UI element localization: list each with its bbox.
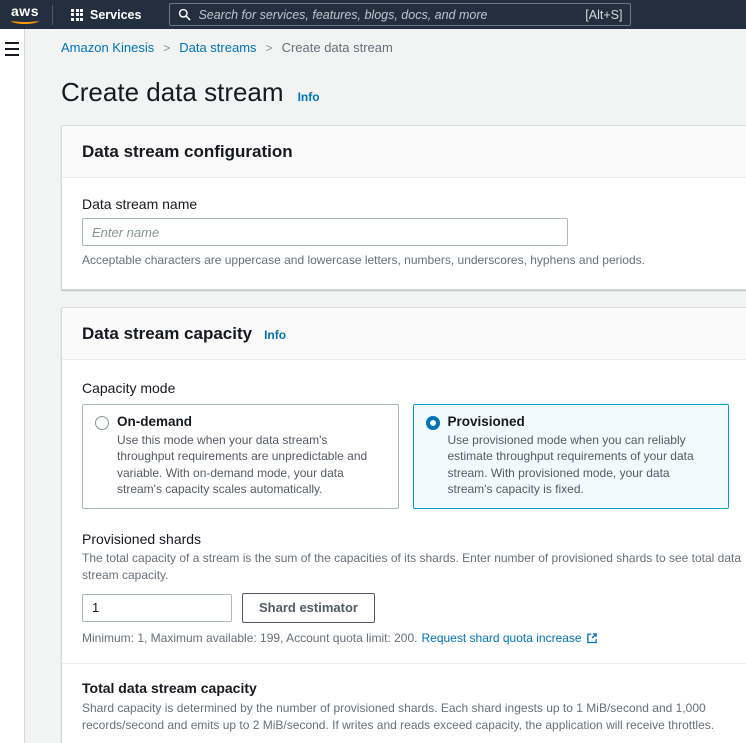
data-stream-name-input[interactable]	[82, 218, 568, 246]
breadcrumb: Amazon Kinesis > Data streams > Create d…	[25, 29, 746, 55]
request-quota-increase-label: Request shard quota increase	[421, 631, 581, 645]
total-capacity-description: Shard capacity is determined by the numb…	[82, 700, 729, 735]
services-menu-button[interactable]: Services	[65, 4, 147, 26]
card-title: Data stream capacity	[82, 324, 252, 344]
page-header: Create data stream Info	[25, 55, 746, 108]
request-quota-increase-link[interactable]: Request shard quota increase	[421, 631, 597, 645]
provisioned-mode-tile[interactable]: Provisioned Use provisioned mode when yo…	[413, 404, 730, 509]
services-label: Services	[90, 8, 141, 22]
aws-logo-smile	[11, 17, 39, 24]
total-capacity-section: Total data stream capacity Shard capacit…	[82, 680, 729, 743]
side-nav-rail	[0, 29, 25, 743]
search-icon	[178, 8, 191, 21]
chevron-right-icon: >	[163, 41, 170, 55]
search-input[interactable]	[198, 8, 578, 22]
radio-selected-icon[interactable]	[426, 416, 440, 430]
data-stream-name-label: Data stream name	[82, 196, 729, 212]
provisioned-description: Use provisioned mode when you can reliab…	[448, 432, 717, 498]
breadcrumb-current: Create data stream	[282, 40, 393, 55]
services-grid-icon	[71, 9, 83, 21]
page-title: Create data stream	[61, 77, 284, 108]
search-shortcut-hint: [Alt+S]	[585, 8, 622, 22]
section-divider	[62, 663, 746, 664]
on-demand-description: Use this mode when your data stream's th…	[117, 432, 386, 498]
on-demand-mode-tile[interactable]: On-demand Use this mode when your data s…	[82, 404, 399, 509]
aws-logo[interactable]: aws	[8, 3, 42, 25]
shards-input-row: Shard estimator	[82, 593, 729, 623]
provisioned-shards-description: The total capacity of a stream is the su…	[82, 550, 742, 585]
card-body: Data stream name Acceptable characters a…	[62, 178, 746, 289]
data-stream-configuration-card: Data stream configuration Data stream na…	[61, 125, 746, 290]
nav-divider	[52, 5, 53, 25]
capacity-info-link[interactable]: Info	[264, 328, 286, 342]
provisioned-shards-label: Provisioned shards	[82, 531, 729, 547]
capacity-mode-radio-group: On-demand Use this mode when your data s…	[82, 404, 729, 509]
global-search[interactable]: [Alt+S]	[169, 3, 631, 26]
provisioned-label: Provisioned	[448, 414, 717, 429]
name-constraint-text: Acceptable characters are uppercase and …	[82, 252, 729, 269]
page-info-link[interactable]: Info	[298, 90, 320, 104]
card-header: Data stream configuration	[62, 126, 746, 178]
breadcrumb-link-kinesis[interactable]: Amazon Kinesis	[61, 40, 154, 55]
shard-count-input[interactable]	[82, 594, 232, 622]
shard-estimator-button[interactable]: Shard estimator	[242, 593, 375, 623]
card-header: Data stream capacity Info	[62, 308, 746, 360]
card-title: Data stream configuration	[82, 142, 293, 162]
total-capacity-title: Total data stream capacity	[82, 680, 729, 696]
provisioned-shards-field: Provisioned shards The total capacity of…	[82, 531, 729, 645]
top-navigation: aws Services [Alt+S]	[0, 0, 746, 29]
card-body: Capacity mode On-demand Use this mode wh…	[62, 360, 746, 743]
data-stream-capacity-card: Data stream capacity Info Capacity mode …	[61, 307, 746, 743]
chevron-right-icon: >	[266, 41, 273, 55]
main-content: Amazon Kinesis > Data streams > Create d…	[25, 29, 746, 743]
capacity-mode-label: Capacity mode	[82, 380, 729, 396]
breadcrumb-link-data-streams[interactable]: Data streams	[179, 40, 256, 55]
shard-quota-text: Minimum: 1, Maximum available: 199, Acco…	[82, 631, 417, 645]
shard-quota-constraint: Minimum: 1, Maximum available: 199, Acco…	[82, 631, 729, 645]
on-demand-label: On-demand	[117, 414, 386, 429]
external-link-icon	[586, 632, 598, 644]
menu-toggle-button[interactable]	[4, 41, 20, 57]
radio-unselected-icon[interactable]	[95, 416, 109, 430]
